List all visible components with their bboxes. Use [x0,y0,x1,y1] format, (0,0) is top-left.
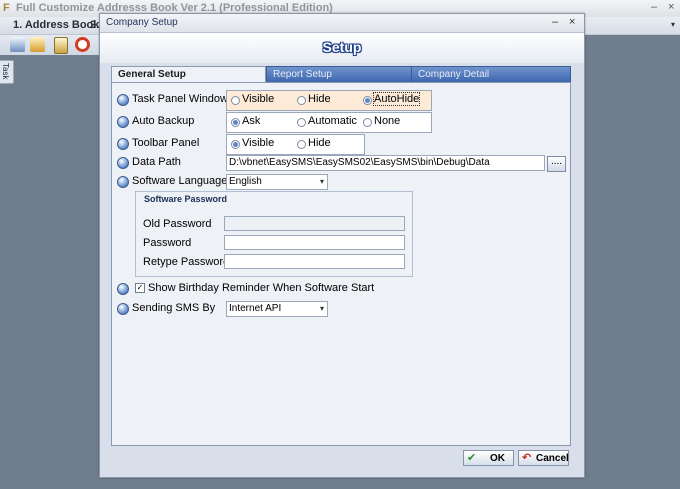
password-input[interactable] [224,235,405,250]
auto-backup-automatic-label[interactable]: Automatic [308,115,357,127]
toolbar-panel-options: Visible Hide [226,134,365,155]
dialog-title: Company Setup [106,17,178,28]
language-label: Software Language [132,175,228,187]
chevron-down-icon: ▾ [319,177,324,186]
old-password-label: Old Password [143,218,212,230]
setup-heading: Setup [322,39,362,55]
contacts-icon[interactable] [10,37,25,52]
cancel-button-label: Cancel [536,453,569,464]
undo-icon: ↶ [522,452,532,464]
toolbar-panel-visible-radio[interactable] [231,140,240,149]
birthday-reminder-checkbox[interactable]: ✓ [135,283,145,293]
tab-company-detail[interactable]: Company Detail [411,66,571,83]
toolbar-panel-bullet-icon [117,138,129,150]
company-setup-dialog: Company Setup – × Setup General Setup Re… [99,13,585,478]
alarm-clock-icon[interactable] [75,37,90,52]
auto-backup-bullet-icon [117,116,129,128]
menu-dropdown-icon[interactable]: ▾ [671,20,675,29]
dialog-minimize-icon[interactable]: – [552,16,558,28]
task-panel-visible-radio[interactable] [231,96,240,105]
password-label: Password [143,237,192,249]
tab-company-detail-label: Company Detail [418,69,490,80]
auto-backup-ask-label[interactable]: Ask [242,115,260,127]
auto-backup-options: Ask Automatic None [226,112,432,133]
main-toolbar [0,35,100,55]
tab-report-setup[interactable]: Report Setup [266,66,412,83]
dialog-close-icon[interactable]: × [569,16,575,28]
language-bullet-icon [117,176,129,188]
ok-button-label: OK [490,453,505,464]
toolbar-panel-hide-label[interactable]: Hide [308,137,331,149]
main-close-icon[interactable]: × [668,1,674,13]
auto-backup-automatic-radio[interactable] [297,118,306,127]
setup-header: Setup [100,33,584,63]
old-password-input[interactable] [224,216,405,231]
general-setup-panel: Task Panel Window Visible Hide AutoHide … [111,82,571,446]
language-value: English [229,176,262,187]
language-select[interactable]: English ▾ [226,174,328,190]
data-path-label: Data Path [132,156,181,168]
app-icon: F [3,2,10,14]
auto-backup-none-radio[interactable] [363,118,372,127]
main-minimize-icon[interactable]: – [651,1,657,13]
retype-password-label: Retype Password [143,256,230,268]
task-panel-autohide-radio[interactable] [363,96,372,105]
software-password-group: Software Password Old Password Password … [135,191,413,277]
chevron-down-icon: ▾ [319,304,324,313]
tab-general-setup-label: General Setup [118,69,186,80]
user-card-icon[interactable] [30,37,45,52]
birthday-reminder-label[interactable]: Show Birthday Reminder When Software Sta… [148,282,374,294]
task-panel-hide-radio[interactable] [297,96,306,105]
task-panel-autohide-label[interactable]: AutoHide [372,92,421,106]
auto-backup-none-label[interactable]: None [374,115,400,127]
toolbar-panel-visible-label[interactable]: Visible [242,137,274,149]
retype-password-input[interactable] [224,254,405,269]
dialog-title-bar: Company Setup – × [100,14,584,33]
checkmark-icon: ✔ [467,452,477,464]
data-path-input[interactable]: D:\vbnet\EasySMS\EasySMS02\EasySMS\bin\D… [226,155,545,171]
ok-button[interactable]: ✔ OK [463,450,514,466]
data-path-bullet-icon [117,157,129,169]
sending-sms-value: Internet API [229,303,282,314]
menu-item-2[interactable]: 2. [90,19,99,31]
task-panel-bullet-icon [117,94,129,106]
task-panel-hide-label[interactable]: Hide [308,93,331,105]
software-password-title: Software Password [144,194,228,204]
toolbar-panel-label: Toolbar Panel [132,137,200,149]
sending-sms-label: Sending SMS By [132,302,216,314]
auto-backup-ask-radio[interactable] [231,118,240,127]
sms-bullet-icon [117,303,129,315]
birthday-bullet-icon [117,283,129,295]
notepad-icon[interactable] [54,37,68,54]
task-side-tab-label: Task [1,63,10,80]
menu-address-book[interactable]: 1. Address Book [13,19,99,31]
browse-button[interactable]: .... [547,156,566,172]
auto-backup-label: Auto Backup [132,115,195,127]
cancel-button[interactable]: ↶ Cancel [518,450,569,466]
tab-general-setup[interactable]: General Setup [111,66,266,83]
task-panel-label: Task Panel Window [132,93,228,105]
toolbar-panel-hide-radio[interactable] [297,140,306,149]
task-side-tab[interactable]: Task [0,60,14,84]
tab-report-setup-label: Report Setup [273,69,332,80]
task-panel-options: Visible Hide AutoHide [226,90,432,111]
task-panel-visible-label[interactable]: Visible [242,93,274,105]
sending-sms-select[interactable]: Internet API ▾ [226,301,328,317]
